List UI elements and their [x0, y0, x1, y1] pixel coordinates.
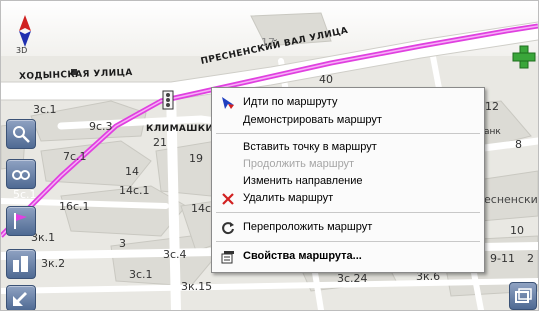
house-number: 17 [261, 36, 275, 49]
menu-separator [216, 241, 480, 242]
zoom-in-button[interactable] [6, 119, 36, 149]
window-mode-button[interactable] [509, 282, 537, 310]
house-number: 5с.1 [13, 188, 37, 201]
menu-item-route-properties[interactable]: Свойства маршрута... [212, 248, 484, 265]
route-flag-icon [14, 213, 27, 229]
house-number: 3с.24 [337, 272, 368, 285]
traffic-light-icon [162, 90, 174, 110]
menu-separator [216, 133, 480, 134]
house-number: 8 [515, 138, 522, 151]
menu-item-label: Свойства маршрута... [243, 250, 362, 262]
red-x-icon [221, 192, 235, 206]
poi-button[interactable] [6, 249, 36, 279]
house-number: 9с.3 [89, 120, 113, 133]
compass-arrow-icon [221, 96, 235, 110]
menu-item-label: Изменить направление [243, 175, 363, 187]
street-label-klimashkina: КЛИМАШКИ [146, 124, 214, 134]
house-number: 3 [119, 237, 126, 250]
menu-item-label: Продолжить маршрут [243, 158, 355, 170]
menu-item-insert-point[interactable]: Вставить точку в маршрут [212, 139, 484, 156]
house-number: анк [484, 127, 501, 137]
house-number: 10 [510, 224, 524, 237]
menu-separator [216, 212, 480, 213]
menu-item-label: Удалить маршрут [243, 192, 334, 204]
view-mode-button[interactable] [6, 159, 36, 189]
expand-button[interactable] [6, 285, 36, 310]
properties-icon [221, 250, 235, 264]
magnifier-icon [13, 126, 30, 143]
street-label-presnenskaya: есненски [484, 193, 538, 206]
binoculars-icon [12, 170, 30, 180]
house-number: 12 [485, 100, 499, 113]
route-button[interactable] [6, 206, 36, 236]
house-number: 14с.1 [119, 184, 150, 197]
house-number: 3с.1 [129, 268, 153, 281]
house-number: 3с.1 [33, 103, 57, 116]
house-number: 9-11 [490, 252, 515, 265]
expand-arrow-icon [13, 292, 27, 306]
menu-item-label: Демонстрировать маршрут [243, 114, 382, 126]
house-number: 16с.1 [59, 200, 90, 213]
compass-3d-label: 3D [16, 46, 28, 55]
house-number: 7с.1 [63, 150, 87, 163]
menu-item-delete-route[interactable]: Удалить маршрут [212, 190, 484, 207]
menu-item-reroute[interactable]: Перепроложить маршрут [212, 219, 484, 236]
house-number: 21 [153, 136, 167, 149]
house-number: 40 [319, 73, 333, 86]
house-number: 2 [527, 252, 534, 265]
house-number: 3к.15 [181, 280, 213, 293]
menu-item-demo-route[interactable]: Демонстрировать маршрут [212, 112, 484, 129]
house-number: 3с.4 [163, 248, 187, 261]
menu-item-continue-route: Продолжить маршрут [212, 156, 484, 173]
house-number: 3к.2 [41, 257, 66, 270]
menu-item-label: Вставить точку в маршрут [243, 141, 377, 153]
refresh-icon [221, 221, 235, 235]
buildings-icon [13, 256, 28, 272]
menu-item-label: Перепроложить маршрут [243, 221, 373, 233]
windows-icon [515, 288, 532, 303]
house-number: 14с [191, 202, 212, 215]
menu-item-change-direction[interactable]: Изменить направление [212, 173, 484, 190]
house-number: 19 [189, 152, 203, 165]
menu-item-follow-route[interactable]: Идти по маршруту [212, 94, 484, 111]
house-number: 14 [125, 165, 139, 178]
route-context-menu: Идти по маршруту Демонстрировать маршрут… [211, 87, 485, 273]
navigator-window: 3D ХОДЫНСКАЯ УЛИЦА ПРЕСНЕНСКИЙ ВАЛ УЛИЦА… [0, 0, 539, 311]
menu-item-label: Идти по маршруту [243, 96, 338, 108]
